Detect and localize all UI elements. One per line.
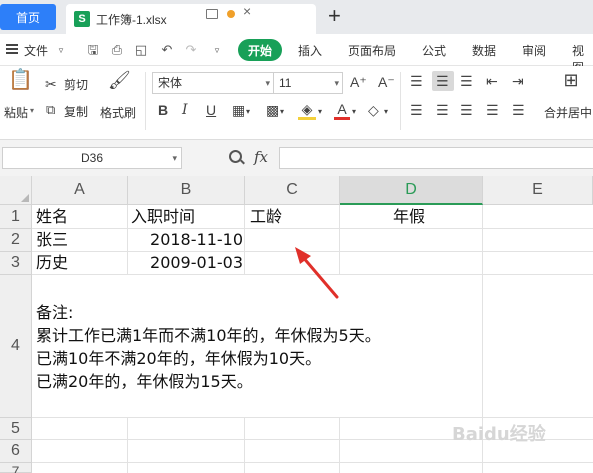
baidu-watermark: Baidu经验 [452,424,546,445]
annotation-arrow [295,247,339,299]
